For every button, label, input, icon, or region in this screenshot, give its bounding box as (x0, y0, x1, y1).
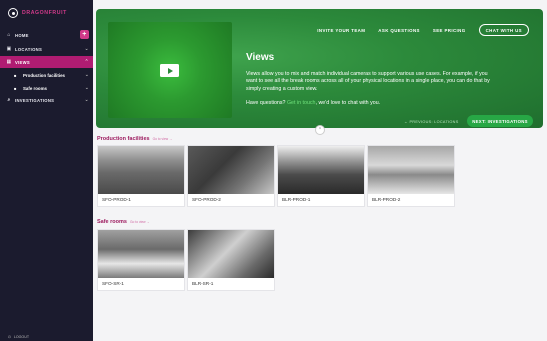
section-title-text: Safe rooms (97, 219, 127, 225)
camera-icon: ▣ (6, 45, 12, 52)
get-in-touch-link[interactable]: Get in touch (287, 100, 316, 106)
sidebar-item-investigations[interactable]: ⌕ INVESTIGATIONS ⌄ (0, 94, 93, 106)
sidebar-item-production-facilities[interactable]: ■ Production facilities ⌄ (0, 69, 93, 81)
camera-label: BLR-PROD-1 (282, 197, 311, 202)
sidebar-item-label: INVESTIGATIONS (15, 97, 55, 103)
hero-top-links: INVITE YOUR TEAM ASK QUESTIONS SEE PRICI… (317, 24, 529, 36)
sidebar-item-label: Safe rooms (23, 85, 47, 91)
logout-icon: ⏻ (8, 335, 11, 339)
camera-thumbnail[interactable] (188, 146, 274, 194)
camera-label: SFO-PROD-1 (102, 197, 131, 202)
sidebar-item-locations[interactable]: ▣ LOCATIONS ⌄ (0, 43, 93, 55)
hero-description: Views allow you to mix and match individ… (246, 71, 490, 92)
dragonfruit-logo-icon (8, 8, 18, 18)
brand-logo[interactable]: DRAGONFRUIT (8, 8, 67, 18)
search-icon: ⌕ (7, 96, 11, 103)
camera-thumbnail[interactable] (188, 230, 274, 278)
camera-card-blr-sr-1[interactable]: BLR-SR-1 (187, 229, 275, 291)
chevron-down-icon: ⌄ (84, 85, 89, 91)
camera-card-blr-prod-2[interactable]: BLR-PROD-2 (367, 145, 455, 207)
camera-card-sfo-prod-1[interactable]: SFO-PROD-1 (97, 145, 185, 207)
sidebar-item-label: LOCATIONS (15, 46, 43, 52)
chat-with-us-button[interactable]: CHAT WITH US (478, 24, 529, 36)
views-hero-banner: INVITE YOUR TEAM ASK QUESTIONS SEE PRICI… (96, 9, 543, 128)
play-icon[interactable] (160, 64, 179, 77)
chevron-down-icon: ⌄ (84, 97, 89, 103)
chevron-up-icon: ⌃ (317, 127, 323, 133)
intro-video[interactable] (108, 22, 232, 118)
collapse-banner-button[interactable]: ⌃ (315, 125, 325, 135)
see-pricing-link[interactable]: SEE PRICING (433, 28, 466, 33)
hero-title: Views (246, 52, 275, 63)
camera-thumbnail[interactable] (368, 146, 454, 194)
section-title-production-facilities: Production facilities Go to view → (97, 136, 172, 142)
chevron-up-icon: ⌃ (84, 59, 89, 65)
camera-thumbnail[interactable] (98, 230, 184, 278)
film-icon: ■ (14, 72, 17, 78)
previous-locations-link[interactable]: ← PREVIOUS: LOCATIONS (404, 120, 459, 124)
add-button[interactable]: + (80, 30, 89, 39)
brand-name: DRAGONFRUIT (22, 10, 67, 16)
section-title-safe-rooms: Safe rooms Go to view → (97, 219, 150, 225)
go-to-view-link[interactable]: Go to view → (153, 137, 173, 141)
sidebar-item-label: HOME (15, 32, 29, 38)
camera-thumbnail[interactable] (278, 146, 364, 194)
grid-icon: ▦ (6, 58, 12, 65)
camera-label: SFO-PROD-2 (192, 197, 221, 202)
hero-question: Have questions? Get in touch, we'd love … (246, 100, 380, 106)
chevron-down-icon: ⌄ (84, 46, 89, 52)
camera-thumbnail[interactable] (98, 146, 184, 194)
camera-label: BLR-SR-1 (192, 281, 214, 286)
camera-label: BLR-PROD-2 (372, 197, 401, 202)
sidebar: DRAGONFRUIT ⌂ HOME + ▣ LOCATIONS ⌄ ▦ VIE… (0, 0, 93, 341)
sidebar-item-safe-rooms[interactable]: ■ Safe rooms ⌄ (0, 82, 93, 94)
logout-label: LOGOUT (13, 335, 30, 339)
section-title-text: Production facilities (97, 136, 150, 142)
next-investigations-button[interactable]: NEXT: INVESTIGATIONS (467, 115, 533, 127)
camera-card-sfo-prod-2[interactable]: SFO-PROD-2 (187, 145, 275, 207)
sidebar-item-home[interactable]: ⌂ HOME + (0, 29, 93, 41)
go-to-view-link[interactable]: Go to view → (130, 220, 150, 224)
camera-card-sfo-sr-1[interactable]: SFO-SR-1 (97, 229, 185, 291)
home-icon: ⌂ (7, 31, 11, 38)
hero-question-suffix: , we'd love to chat with you. (315, 100, 381, 106)
ask-questions-link[interactable]: ASK QUESTIONS (378, 28, 420, 33)
hero-question-prefix: Have questions? (246, 100, 287, 106)
logout-link[interactable]: ⏻ LOGOUT (8, 335, 29, 339)
sidebar-item-label: Production facilities (23, 72, 65, 78)
chevron-down-icon: ⌄ (84, 72, 89, 78)
camera-label: SFO-SR-1 (102, 281, 124, 286)
sidebar-item-views[interactable]: ▦ VIEWS ⌃ (0, 56, 93, 68)
camera-card-blr-prod-1[interactable]: BLR-PROD-1 (277, 145, 365, 207)
invite-team-link[interactable]: INVITE YOUR TEAM (317, 28, 365, 33)
sidebar-item-label: VIEWS (15, 59, 30, 65)
film-icon: ■ (14, 85, 17, 91)
